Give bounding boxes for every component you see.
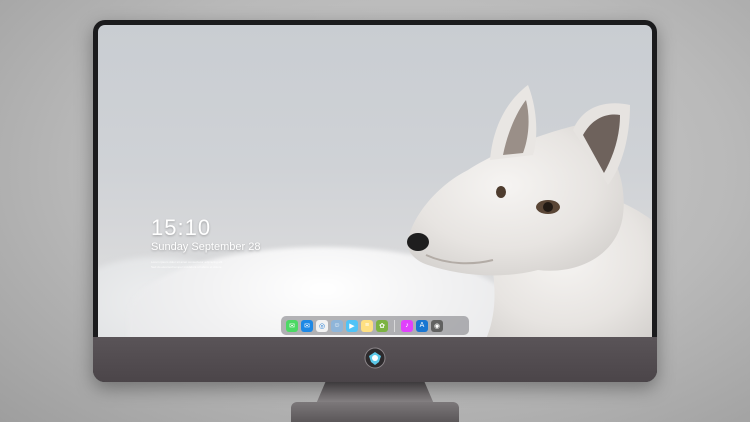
- mail-icon[interactable]: ✉: [301, 319, 313, 332]
- finder-icon[interactable]: ☺: [331, 319, 343, 332]
- app-store-icon[interactable]: A: [416, 319, 428, 332]
- dock: ✉ ✉ ◎ ☺ ▶ ≡ ✿ ♪ A ◉: [281, 316, 469, 335]
- lock-screen-date: Sunday September 28: [151, 241, 261, 253]
- monitor-chin: [93, 337, 657, 382]
- screen: 15:10 Sunday September 28 Lorem ipsum do…: [98, 25, 652, 337]
- monitor-stand-neck: [316, 382, 434, 404]
- monitor: 15:10 Sunday September 28 Lorem ipsum do…: [93, 20, 657, 382]
- monitor-stand-base: [291, 402, 459, 422]
- safari-icon[interactable]: ◎: [316, 319, 328, 332]
- info-line: Sed do eiusmod tempor incididunt ut labo…: [151, 265, 222, 269]
- music-icon[interactable]: ♪: [401, 319, 413, 332]
- lock-screen-info: Lorem ipsum dolor sit amet consectetur a…: [151, 260, 271, 270]
- brand-logo-icon: [364, 347, 386, 369]
- video-icon[interactable]: ▶: [346, 319, 358, 332]
- camera-icon[interactable]: ◉: [431, 319, 443, 332]
- messages-icon[interactable]: ✉: [286, 319, 298, 332]
- notes-icon[interactable]: ≡: [361, 319, 373, 332]
- dock-separator: [394, 319, 395, 332]
- photos-icon[interactable]: ✿: [376, 319, 388, 332]
- arctic-fox-wallpaper: [407, 85, 652, 337]
- lock-screen-time: 15:10: [151, 215, 212, 240]
